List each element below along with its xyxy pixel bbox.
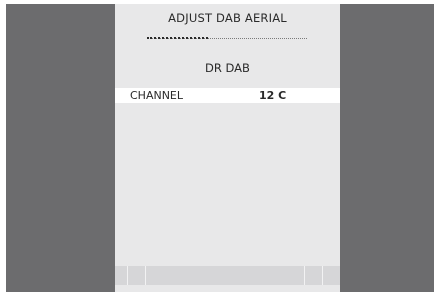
- bottom-bar-divider: [145, 266, 146, 285]
- channel-row[interactable]: CHANNEL 12 C: [115, 88, 340, 103]
- bottom-bar: [115, 266, 340, 285]
- bottom-bar-divider: [322, 266, 323, 285]
- menu-panel: ADJUST DAB AERIAL DR DAB CHANNEL 12 C: [115, 4, 340, 292]
- channel-label: CHANNEL: [130, 89, 184, 102]
- bottom-bar-divider: [304, 266, 305, 285]
- bottom-bar-divider: [127, 266, 128, 285]
- signal-strength-fill: [147, 37, 208, 41]
- channel-value[interactable]: 12 C: [259, 89, 286, 102]
- station-name: DR DAB: [205, 61, 250, 75]
- menu-title: ADJUST DAB AERIAL: [168, 11, 287, 25]
